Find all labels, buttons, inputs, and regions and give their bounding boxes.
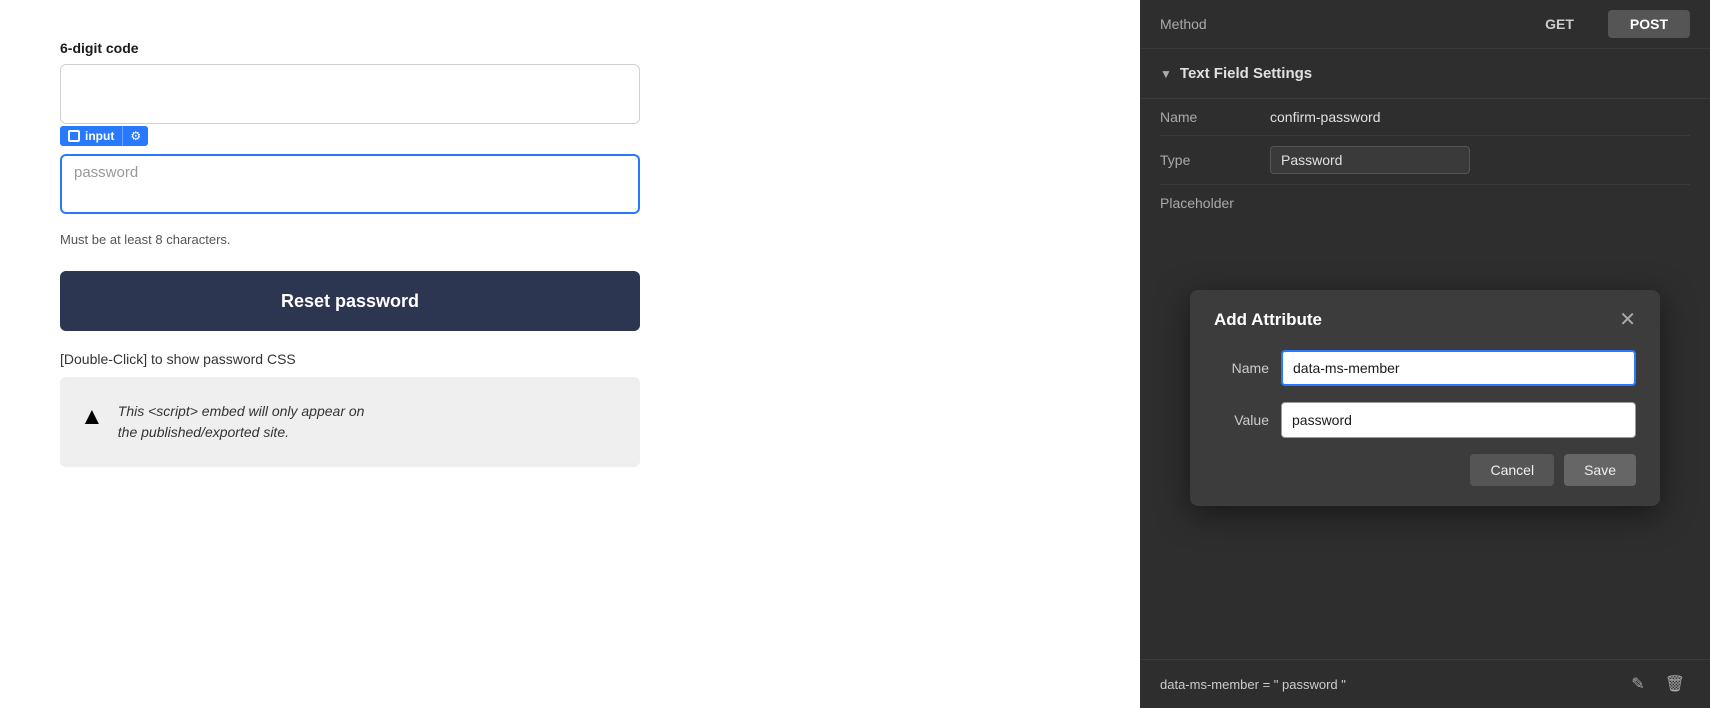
dialog-value-field: Value — [1214, 402, 1636, 438]
dialog-header: Add Attribute ✕ — [1214, 310, 1636, 330]
dialog-overlay: Add Attribute ✕ Name Value Cancel Save — [1140, 0, 1710, 708]
password-input-wrapper: input ⚙ password — [60, 154, 640, 214]
script-notice-text: This <script> embed will only appear ont… — [118, 401, 365, 443]
right-panel: Method GET POST ▼ Text Field Settings Na… — [1140, 0, 1710, 708]
script-notice: ▲ This <script> embed will only appear o… — [60, 377, 640, 467]
password-placeholder: password — [74, 164, 138, 181]
dialog-actions: Cancel Save — [1214, 454, 1636, 486]
double-click-label: [Double-Click] to show password CSS — [60, 351, 1080, 367]
badge-gear-icon[interactable]: ⚙ — [122, 126, 148, 146]
reset-password-button[interactable]: Reset password — [60, 271, 640, 331]
dialog-name-input[interactable] — [1281, 350, 1636, 386]
dialog-title: Add Attribute — [1214, 310, 1322, 330]
dialog-value-input[interactable] — [1281, 402, 1636, 438]
cancel-button[interactable]: Cancel — [1470, 454, 1554, 486]
dialog-name-label: Name — [1214, 360, 1269, 376]
code-field-group: 6-digit code — [60, 40, 1080, 124]
checkbox-icon — [68, 130, 80, 142]
save-button[interactable]: Save — [1564, 454, 1636, 486]
helper-text: Must be at least 8 characters. — [60, 232, 1080, 247]
dialog-value-label: Value — [1214, 412, 1269, 428]
code-input[interactable] — [60, 64, 640, 124]
add-attribute-dialog: Add Attribute ✕ Name Value Cancel Save — [1190, 290, 1660, 506]
left-panel: 6-digit code input ⚙ password Must be at… — [0, 0, 1140, 708]
input-badge: input ⚙ — [60, 126, 148, 146]
badge-input-label[interactable]: input — [60, 126, 122, 146]
password-field-group: input ⚙ password — [60, 154, 1080, 214]
dialog-close-button[interactable]: ✕ — [1619, 310, 1636, 330]
dialog-name-field: Name — [1214, 350, 1636, 386]
code-label: 6-digit code — [60, 40, 1080, 56]
warning-icon: ▲ — [80, 403, 104, 431]
password-input[interactable] — [60, 154, 640, 214]
